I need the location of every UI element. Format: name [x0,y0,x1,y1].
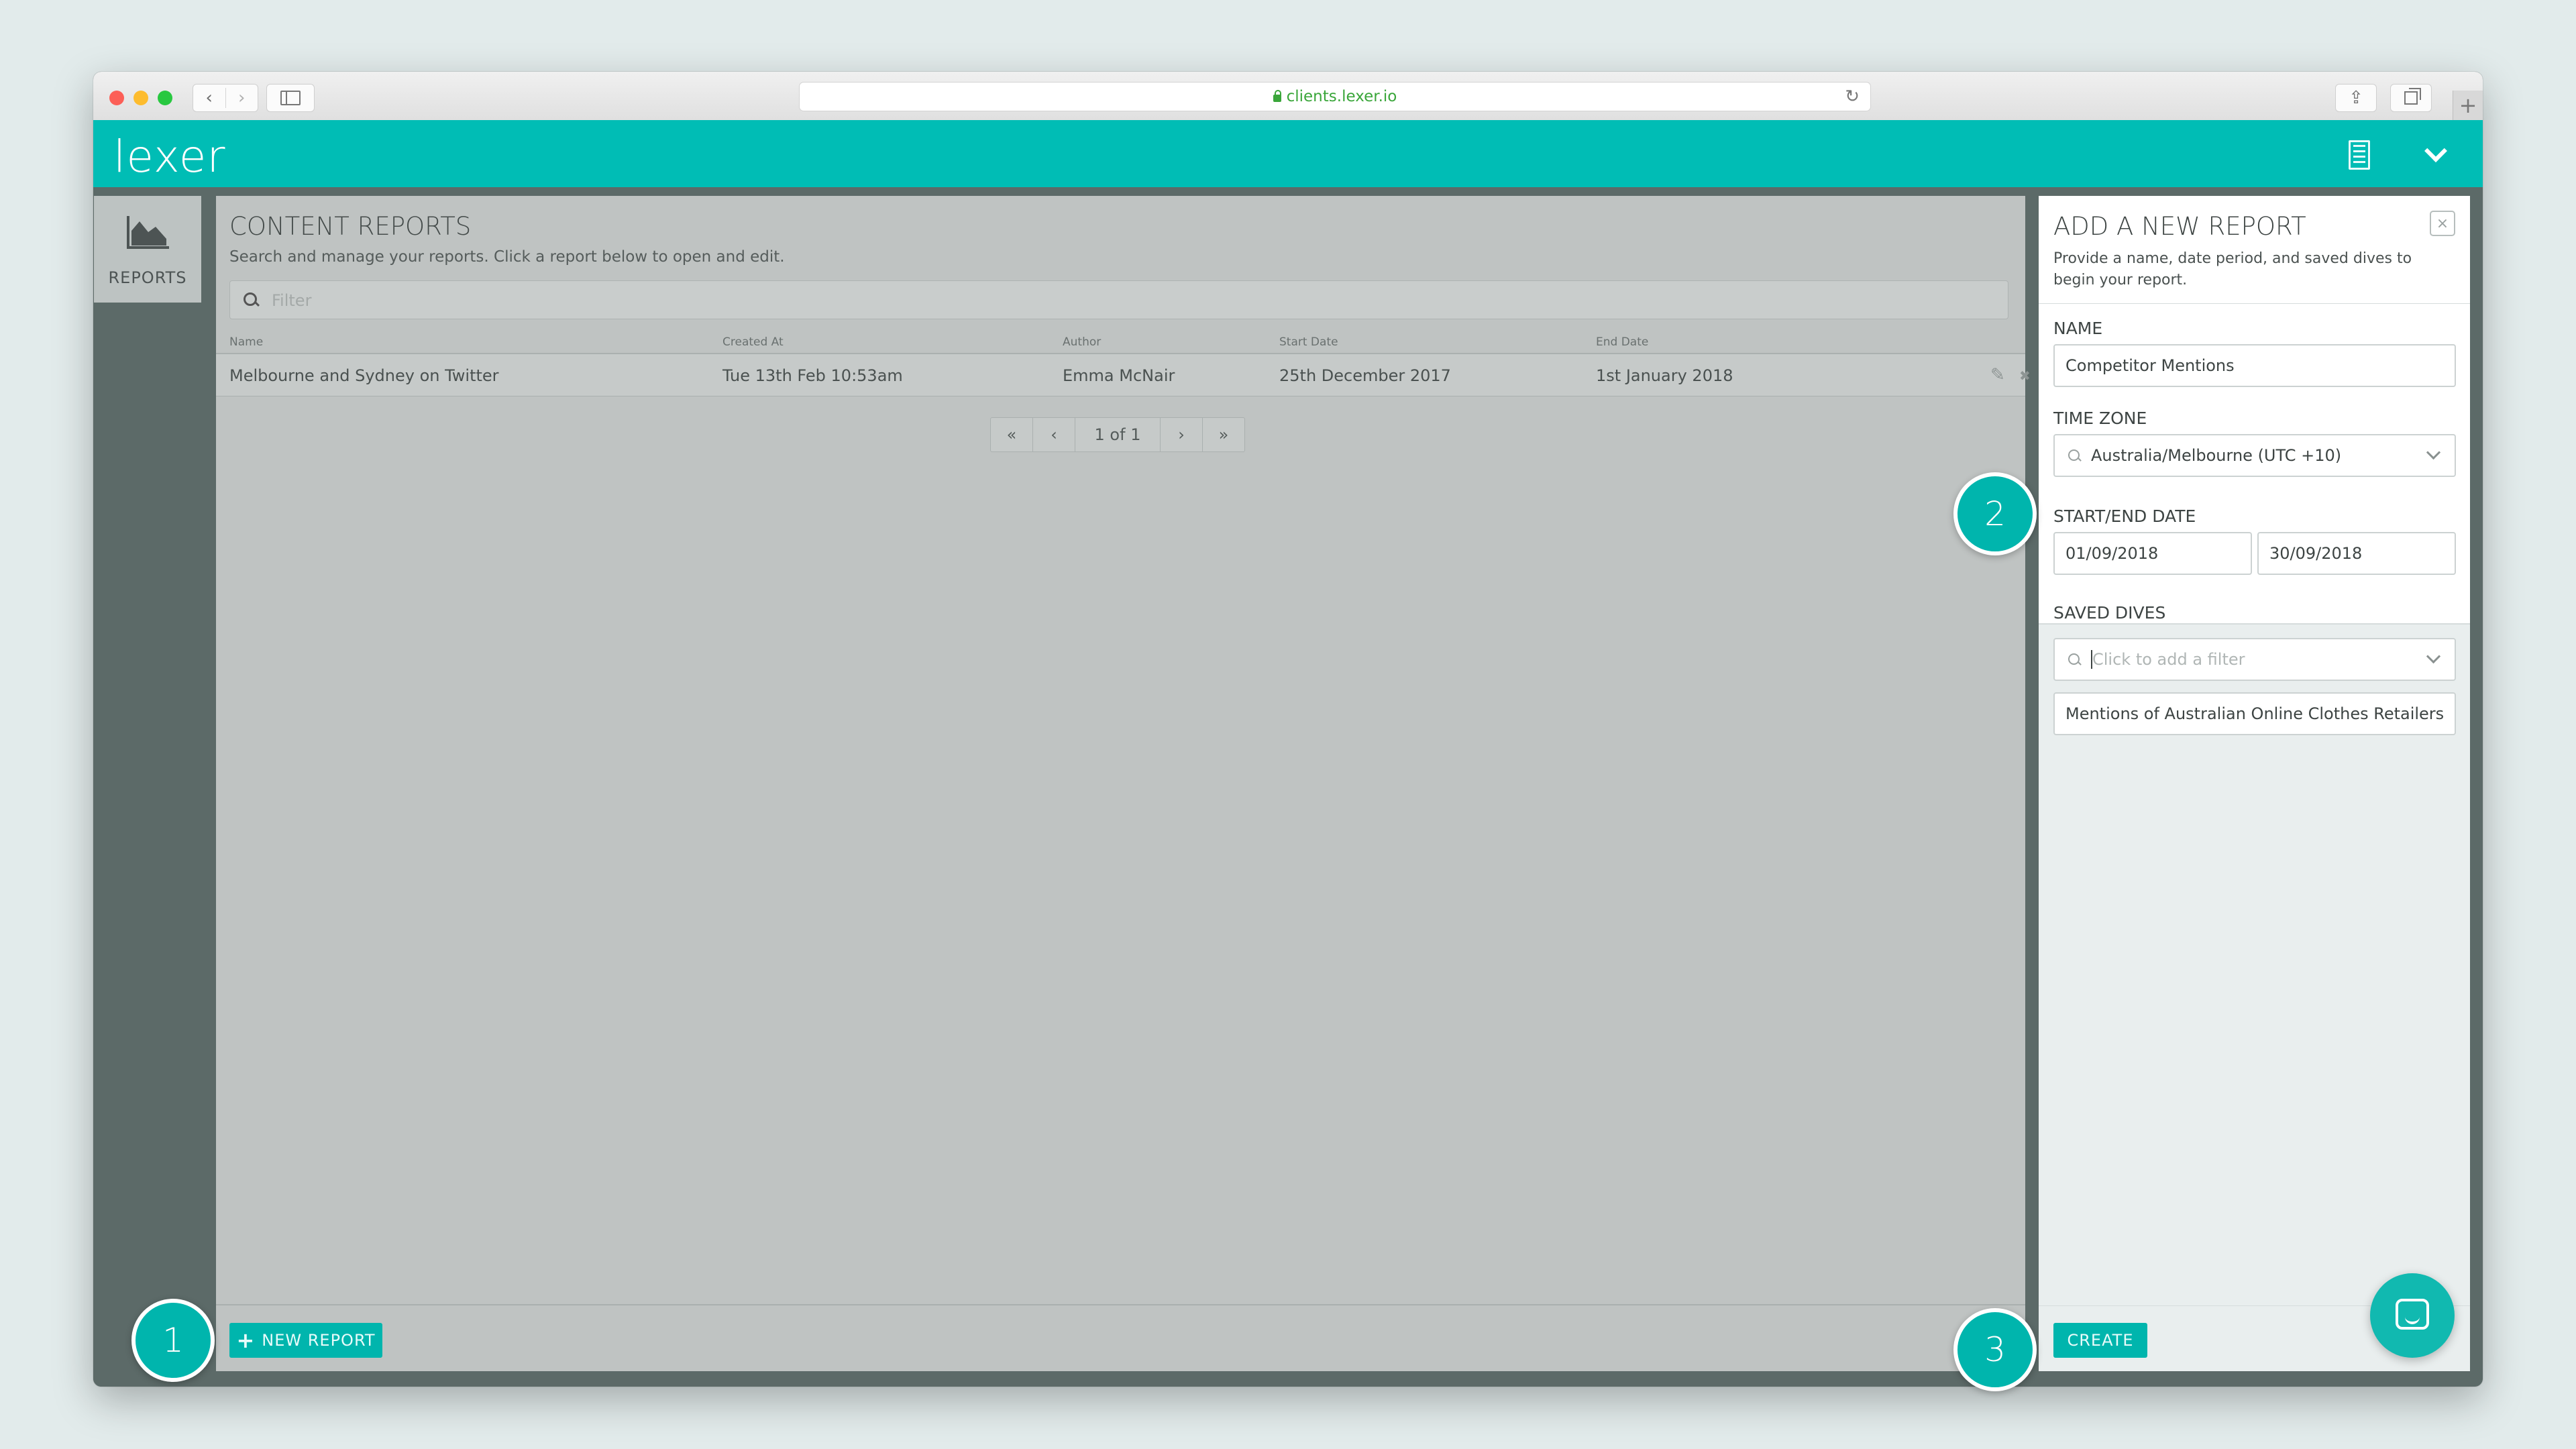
report-name[interactable]: Melbourne and Sydney on Twitter [229,366,499,385]
lexer-logo[interactable]: lexer [113,131,226,182]
tabs-icon [2404,88,2421,105]
step-marker-1: 1 [131,1299,215,1382]
url-text: clients.lexer.io [1286,88,1397,105]
delete-icon[interactable]: ✖ [2019,368,2031,384]
end-date-field[interactable]: 30/09/2018 [2257,532,2456,575]
start-date-field[interactable]: 01/09/2018 [2053,532,2252,575]
prev-page-button[interactable]: ‹ [1032,418,1075,451]
panel-description: Provide a name, date period, and saved d… [2053,250,2412,288]
sidebar: REPORTS [93,187,211,1387]
back-icon[interactable]: ‹ [193,88,225,108]
share-button[interactable]: ⇪ [2335,84,2377,112]
filter-placeholder: Filter [272,291,312,310]
report-author: Emma McNair [1063,366,1175,385]
forward-icon[interactable]: › [225,88,258,108]
start-date-value: 01/09/2018 [2065,544,2159,563]
search-icon [244,292,257,306]
step-marker-2: 2 [1953,472,2037,555]
add-report-panel: ADD A NEW REPORT Provide a name, date pe… [2039,196,2470,1371]
saved-dives-label: SAVED DIVES [2053,603,2166,623]
address-bar[interactable]: clients.lexer.io ↻ [799,82,1871,111]
sidebar-icon [280,91,301,105]
footer-divider [216,1304,2025,1305]
first-page-button[interactable]: « [991,418,1032,451]
tabs-overview-button[interactable] [2390,84,2432,112]
sidebar-toggle-button[interactable] [266,84,315,112]
name-label: NAME [2053,319,2103,338]
chat-icon [2396,1299,2429,1330]
table-row[interactable]: Melbourne and Sydney on Twitter Tue 13th… [216,354,2031,396]
new-tab-button[interactable]: + [2453,91,2483,120]
timezone-label: TIME ZONE [2053,409,2147,428]
history-nav: ‹ › [193,84,258,112]
report-created-at: Tue 13th Feb 10:53am [722,366,903,385]
step-marker-3: 3 [1953,1308,2037,1391]
page-subtitle: Search and manage your reports. Click a … [229,248,785,266]
table-header: Name Created At Author Start Date End Da… [216,335,2025,354]
timezone-value: Australia/Melbourne (UTC +10) [2091,446,2342,465]
timezone-select[interactable]: Australia/Melbourne (UTC +10) [2053,434,2456,477]
search-icon [2068,653,2080,665]
share-icon: ⇪ [2349,88,2363,108]
account-menu-chevron-icon[interactable] [2424,140,2447,162]
create-button[interactable]: CREATE [2053,1323,2147,1358]
area-chart-icon [127,216,169,249]
close-icon: × [2436,215,2449,232]
sidebar-item-reports[interactable]: REPORTS [94,196,201,303]
next-page-button[interactable]: › [1160,418,1202,451]
panel-title: ADD A NEW REPORT [2053,212,2306,241]
filter-input[interactable]: Filter [229,280,2008,319]
saved-dives-select[interactable]: Click to add a filter [2053,638,2456,681]
name-field[interactable]: Competitor Mentions [2053,344,2456,387]
column-header-name[interactable]: Name [229,335,263,349]
panel-header: ADD A NEW REPORT Provide a name, date pe… [2039,196,2470,304]
name-value: Competitor Mentions [2065,356,2235,375]
report-form: NAME Competitor Mentions TIME ZONE Austr… [2039,304,2470,625]
plus-icon: + [2459,93,2477,118]
saved-dives-placeholder: Click to add a filter [2092,650,2245,669]
report-end-date: 1st January 2018 [1596,366,1733,385]
building-icon[interactable] [2349,140,2370,170]
sidebar-item-label: REPORTS [108,268,187,287]
reload-icon[interactable]: ↻ [1845,87,1860,107]
browser-toolbar: ‹ › clients.lexer.io ↻ ⇪ + [93,72,2483,121]
app-header: lexer [93,120,2483,187]
content-reports-panel: CONTENT REPORTS Search and manage your r… [216,196,2031,1371]
chevron-down-icon [2426,445,2441,460]
minimize-window-button[interactable] [133,91,148,105]
selected-dive-label: Mentions of Australian Online Clothes Re… [2065,704,2445,723]
column-header-end-date[interactable]: End Date [1596,335,1648,349]
report-start-date: 25th December 2017 [1279,366,1451,385]
edit-icon[interactable]: ✎ [1990,365,2005,385]
column-header-created-at[interactable]: Created At [722,335,784,349]
new-report-button[interactable]: + NEW REPORT [229,1323,382,1358]
search-icon [2068,449,2080,461]
selected-dive-chip[interactable]: Mentions of Australian Online Clothes Re… [2053,692,2456,735]
chat-launcher-button[interactable] [2370,1273,2455,1358]
zoom-window-button[interactable] [158,91,172,105]
chevron-down-icon [2426,649,2441,664]
lock-icon [1273,89,1281,102]
close-window-button[interactable] [109,91,124,105]
browser-window: ‹ › clients.lexer.io ↻ ⇪ + lexer REPORTS… [93,72,2483,1387]
close-panel-button[interactable]: × [2430,211,2455,236]
page-indicator: 1 of 1 [1075,418,1160,451]
page-title: CONTENT REPORTS [229,212,472,241]
last-page-button[interactable]: » [1202,418,1244,451]
pagination: « ‹ 1 of 1 › » [990,417,1245,452]
new-report-label: NEW REPORT [262,1331,376,1350]
column-header-author[interactable]: Author [1063,335,1101,349]
end-date-value: 30/09/2018 [2269,544,2363,563]
plus-icon: + [236,1328,256,1353]
column-header-start-date[interactable]: Start Date [1279,335,1338,349]
date-range-label: START/END DATE [2053,506,2196,526]
